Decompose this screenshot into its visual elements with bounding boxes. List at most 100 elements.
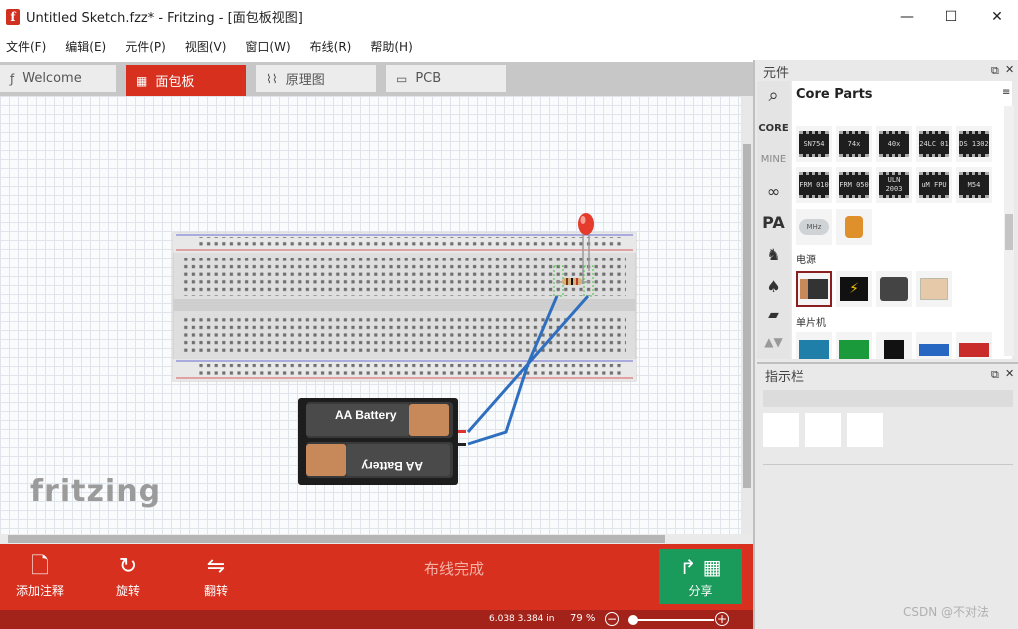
chip-label: ULN 2003 — [879, 172, 909, 198]
vertical-scroll-thumb[interactable] — [743, 144, 751, 488]
inspector-image-pcb — [847, 413, 883, 447]
pa-icon[interactable]: PA — [757, 213, 790, 232]
section-mcu-label: 单片机 — [796, 318, 826, 329]
part-battery-holder[interactable] — [916, 271, 952, 307]
share-label: 分享 — [688, 584, 713, 598]
chip-label: 74x — [839, 131, 869, 157]
part-power-supply[interactable]: ⚡ — [836, 271, 872, 307]
chip-label: M54 — [959, 172, 989, 198]
inspector-image-schematic — [805, 413, 841, 447]
add-note-button[interactable]: 🗋 添加注释 — [0, 552, 80, 599]
part-dc-jack[interactable] — [876, 271, 912, 307]
board-thumb — [799, 340, 829, 359]
bin-menu-icon[interactable]: ≡ — [1002, 87, 1010, 98]
title-bar: f Untitled Sketch.fzz* - Fritzing - [面包板… — [0, 0, 1018, 33]
share-icon: ↱ ▦ — [679, 555, 722, 579]
share-button[interactable]: ↱ ▦ 分享 — [659, 549, 742, 604]
canvas-horizontal-scrollbar[interactable] — [0, 534, 753, 544]
maximize-button[interactable]: ☐ — [928, 0, 974, 33]
menu-part[interactable]: 元件(P) — [125, 38, 166, 55]
rotate-button[interactable]: ↻ 旋转 — [88, 552, 168, 599]
menu-view[interactable]: 视图(V) — [185, 38, 227, 55]
tab-breadboard[interactable]: ▦ 面包板 — [126, 65, 246, 96]
chip-label: FRM 010 — [799, 172, 829, 198]
window-title: Untitled Sketch.fzz* - Fritzing - [面包板视图… — [26, 11, 303, 26]
misc-bin-icon[interactable]: ▰ — [757, 307, 790, 323]
part-board-red[interactable] — [956, 332, 992, 359]
bin-tab-mine[interactable]: MINE — [757, 154, 790, 165]
inspector-image-breadboard — [763, 413, 799, 447]
panel-close-icon[interactable]: ✕ — [1005, 63, 1014, 76]
flip-button[interactable]: ⇋ 翻转 — [176, 552, 256, 599]
part-ic[interactable]: FRM 050 — [836, 167, 872, 203]
parts-bin-scrollbar[interactable] — [1004, 106, 1014, 356]
board-thumb — [959, 343, 989, 357]
zoom-in-button[interactable]: + — [715, 612, 729, 626]
tab-pcb-label: PCB — [415, 71, 442, 86]
panel-float-icon[interactable]: ⧉ — [991, 64, 999, 78]
breadboard-canvas[interactable]: AA Battery AA Battery fritzing — [0, 96, 741, 534]
inspector-panel: 指示栏 ⧉ ✕ — [757, 362, 1018, 629]
right-panel: 元件 ⧉ ✕ ⌕ CORE MINE ∞ PA ♞ ♠ ▰ ▲▼ Core Pa… — [753, 60, 1018, 629]
menu-edit[interactable]: 编辑(E) — [65, 38, 106, 55]
flame-bin-icon[interactable]: ♠ — [757, 277, 790, 296]
chip-label: DS 1302 — [959, 131, 989, 157]
part-battery-selected[interactable] — [796, 271, 832, 307]
close-button[interactable]: ✕ — [974, 0, 1018, 33]
part-capacitor[interactable] — [836, 209, 872, 245]
tab-schematic[interactable]: ⌇⌇ 原理图 — [256, 65, 376, 92]
minimize-button[interactable]: — — [884, 0, 930, 33]
zoom-out-button[interactable]: − — [605, 612, 619, 626]
inspector-float-icon[interactable]: ⧉ — [991, 368, 999, 382]
menu-window[interactable]: 窗口(W) — [245, 38, 290, 55]
tab-welcome[interactable]: ƒ Welcome — [0, 65, 116, 92]
tab-pcb[interactable]: ▭ PCB — [386, 65, 506, 92]
battery-thumb — [800, 279, 828, 299]
add-note-label: 添加注释 — [15, 584, 64, 598]
canvas-vertical-scrollbar[interactable] — [741, 96, 753, 534]
zoom-slider[interactable] — [632, 619, 714, 621]
board-thumb — [884, 340, 904, 359]
schematic-icon: ⌇⌇ — [266, 71, 278, 86]
section-power-label: 电源 — [796, 255, 816, 266]
menu-file[interactable]: 文件(F) — [6, 38, 46, 55]
search-icon[interactable]: ⌕ — [757, 85, 790, 106]
part-ic[interactable]: SN754 — [796, 126, 832, 162]
battery-pack[interactable]: AA Battery AA Battery — [298, 398, 466, 485]
part-board-blue[interactable] — [916, 332, 952, 359]
part-ic[interactable]: 74x — [836, 126, 872, 162]
part-ic[interactable]: ULN 2003 — [876, 167, 912, 203]
menu-routing[interactable]: 布线(R) — [310, 38, 352, 55]
animal-bin-icon[interactable]: ♞ — [757, 245, 790, 264]
part-ic[interactable]: DS 1302 — [956, 126, 992, 162]
arduino-icon[interactable]: ∞ — [757, 182, 790, 201]
inspector-title-field — [763, 390, 1013, 407]
bin-title: Core Parts — [796, 87, 873, 102]
menu-help[interactable]: 帮助(H) — [370, 38, 412, 55]
fritzing-f-icon: ƒ — [10, 71, 15, 86]
part-ic[interactable]: uM FPU — [916, 167, 952, 203]
rotate-label: 旋转 — [115, 584, 140, 598]
zoom-slider-handle[interactable] — [628, 615, 638, 625]
part-board-black[interactable] — [876, 332, 912, 359]
bin-tab-core[interactable]: CORE — [757, 123, 790, 134]
breadboard[interactable] — [172, 232, 637, 382]
bin-scroll-arrows-icon[interactable]: ▲▼ — [757, 335, 790, 349]
part-ic[interactable]: FRM 010 — [796, 167, 832, 203]
part-ic[interactable]: M54 — [956, 167, 992, 203]
parts-bin-scroll-thumb[interactable] — [1005, 214, 1013, 250]
horizontal-scroll-thumb[interactable] — [8, 535, 665, 543]
inspector-close-icon[interactable]: ✕ — [1005, 367, 1014, 380]
parts-panel-title: 元件 — [763, 66, 790, 81]
part-arduino-uno[interactable] — [796, 332, 832, 359]
crystal-label: MHz — [799, 219, 829, 235]
capacitor-body — [845, 216, 863, 238]
part-crystal[interactable]: MHz — [796, 209, 832, 245]
chip-label: SN754 — [799, 131, 829, 157]
flip-icon: ⇋ — [206, 554, 226, 579]
part-ic[interactable]: 40x — [876, 126, 912, 162]
board-thumb — [839, 340, 869, 359]
part-board-green[interactable] — [836, 332, 872, 359]
part-ic[interactable]: 24LC 01 — [916, 126, 952, 162]
bins-sidebar: ⌕ CORE MINE ∞ PA ♞ ♠ ▰ ▲▼ — [757, 81, 790, 359]
